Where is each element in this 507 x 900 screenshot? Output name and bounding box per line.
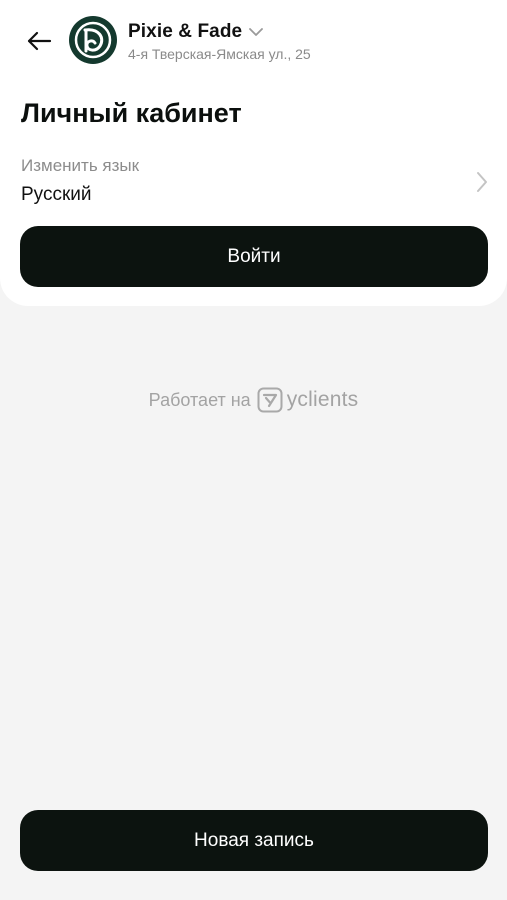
salon-address: 4-я Тверская-Ямская ул., 25 [128,46,311,62]
language-value: Русский [21,184,92,205]
screen: Pixie & Fade 4-я Тверская-Ямская ул., 25… [0,0,507,900]
powered-by-text: Работает на [148,389,251,410]
powered-by: Работает на yclients [0,385,507,415]
account-card: Pixie & Fade 4-я Тверская-Ямская ул., 25… [0,0,507,306]
change-language-row[interactable]: Изменить язык Русский [21,152,491,212]
arrow-left-icon [27,31,52,51]
salon-name: Pixie & Fade [128,21,243,42]
yclients-logo[interactable]: yclients [257,387,359,413]
pixie-fade-logo-icon [74,21,112,59]
new-booking-button[interactable]: Новая запись [20,810,488,871]
yclients-brand-name: yclients [286,388,359,411]
login-button[interactable]: Войти [20,226,488,287]
language-label: Изменить язык [21,156,140,175]
yclients-logo-icon [257,387,283,413]
chevron-right-icon [477,172,487,192]
page-title: Личный кабинет [21,98,242,128]
chevron-down-icon [249,28,264,36]
salon-selector[interactable]: Pixie & Fade [128,20,264,44]
back-button[interactable] [24,26,54,56]
salon-logo [69,16,117,64]
